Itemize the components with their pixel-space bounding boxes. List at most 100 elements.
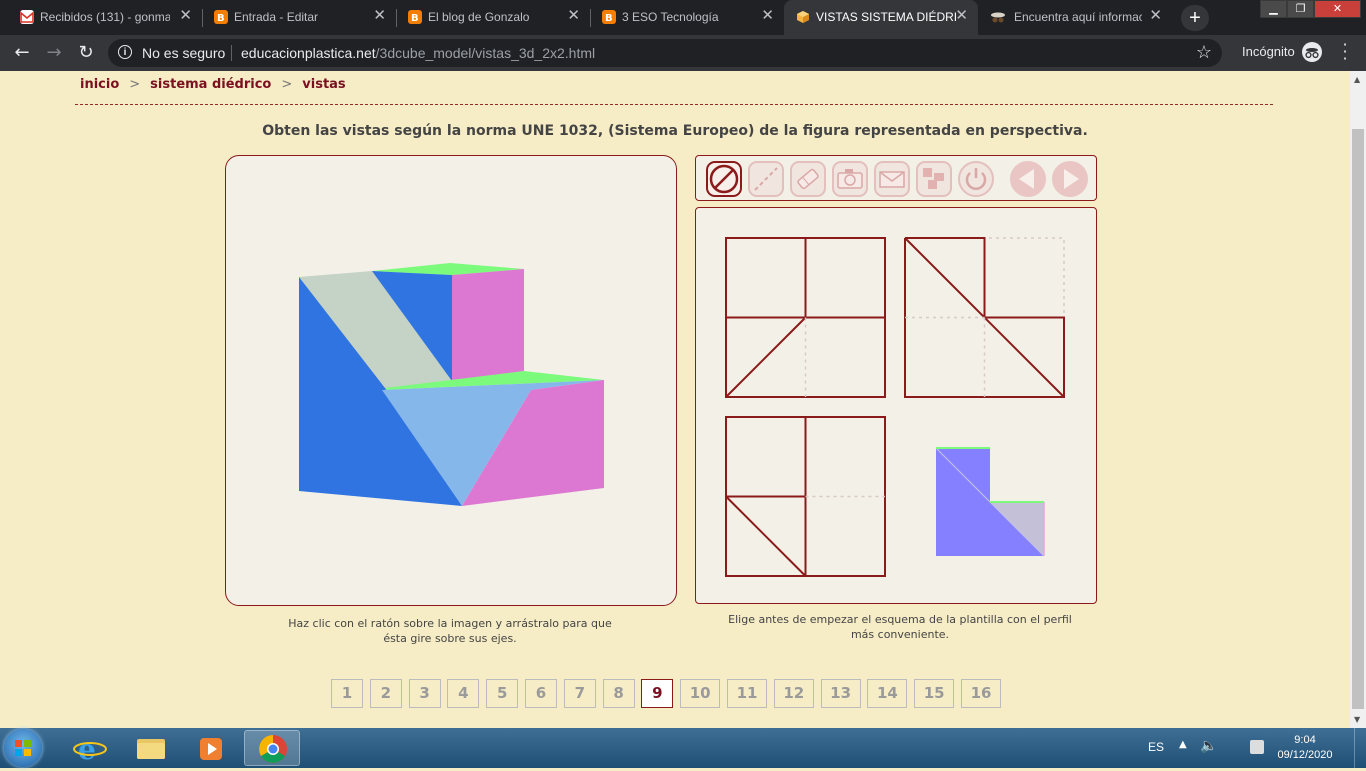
back-button[interactable]: ← bbox=[10, 42, 34, 64]
tab-blogger-edit[interactable]: B Entrada - Editar ✕ bbox=[202, 0, 397, 35]
forward-button[interactable]: → bbox=[42, 42, 66, 64]
page-scrollbar[interactable]: ▲ ▼ bbox=[1350, 71, 1366, 728]
tray-expand-icon[interactable]: ▲ bbox=[1179, 739, 1187, 750]
page-link-16[interactable]: 16 bbox=[961, 679, 1001, 708]
page-link-15[interactable]: 15 bbox=[914, 679, 955, 708]
layout-tool[interactable] bbox=[916, 161, 952, 197]
info-icon[interactable]: i bbox=[118, 45, 132, 59]
taskbar-chrome[interactable] bbox=[244, 730, 300, 766]
eraser-icon bbox=[797, 168, 819, 190]
reload-button[interactable]: ↻ bbox=[74, 42, 98, 64]
address-bar[interactable]: i No es seguro educacionplastica.net/3dc… bbox=[108, 39, 1222, 67]
breadcrumb-sistema-diedrico[interactable]: sistema diédrico bbox=[150, 77, 271, 92]
close-icon[interactable]: ✕ bbox=[1149, 8, 1162, 24]
volume-icon[interactable]: 🔈 bbox=[1200, 738, 1217, 754]
eraser-tool[interactable] bbox=[790, 161, 826, 197]
instruction-text: Obten las vistas según la norma UNE 1032… bbox=[262, 123, 1088, 139]
bookmark-star-icon[interactable]: ☆ bbox=[1196, 42, 1212, 63]
tab-title: 3 ESO Tecnología bbox=[622, 10, 719, 24]
page-link-2[interactable]: 2 bbox=[369, 679, 402, 708]
start-button[interactable] bbox=[4, 729, 42, 767]
breadcrumb-inicio[interactable]: inicio bbox=[80, 77, 119, 92]
page-link-12[interactable]: 12 bbox=[773, 679, 814, 708]
menu-dots-icon[interactable]: · · · bbox=[1340, 37, 1350, 67]
tab-vistas-active[interactable]: VISTAS SISTEMA DIÉDRI ✕ bbox=[784, 0, 978, 35]
tab-3eso[interactable]: B 3 ESO Tecnología ✕ bbox=[590, 0, 784, 35]
close-icon[interactable]: ✕ bbox=[955, 8, 968, 24]
incognito-icon[interactable] bbox=[1302, 42, 1322, 62]
page-link-6[interactable]: 6 bbox=[525, 679, 557, 708]
close-window-button[interactable]: ✕ bbox=[1314, 0, 1361, 18]
blogger-icon: B bbox=[214, 10, 228, 24]
blogger-icon: B bbox=[602, 10, 616, 24]
plan-view[interactable] bbox=[725, 416, 886, 577]
dashed-line-tool[interactable] bbox=[748, 161, 784, 197]
taskbar-clock[interactable]: 9:04 09/12/2020 bbox=[1272, 733, 1338, 763]
incognito-icon bbox=[990, 10, 1005, 24]
minimize-button[interactable]: ▁ bbox=[1260, 0, 1287, 18]
perspective-figure[interactable] bbox=[226, 156, 676, 605]
views-caption: Elige antes de empezar el esquema de la … bbox=[728, 613, 1072, 641]
new-tab-button[interactable]: + bbox=[1181, 5, 1209, 31]
page-link-8[interactable]: 8 bbox=[602, 679, 635, 708]
tab-title: Encuentra aquí informac bbox=[1014, 10, 1142, 24]
action-center-icon[interactable] bbox=[1250, 740, 1264, 754]
scrollbar-thumb[interactable] bbox=[1352, 129, 1364, 709]
layout-icon bbox=[923, 168, 944, 189]
incognito-label[interactable]: Incógnito bbox=[1242, 44, 1295, 59]
breadcrumb: inicio > sistema diédrico > vistas bbox=[80, 77, 346, 92]
cube-icon bbox=[796, 10, 810, 24]
perspective-caption: Haz clic con el ratón sobre la imagen y … bbox=[288, 617, 612, 645]
scroll-up-icon[interactable]: ▲ bbox=[1354, 75, 1360, 84]
page-link-7[interactable]: 7 bbox=[563, 679, 596, 708]
svg-text:B: B bbox=[217, 13, 225, 24]
prev-arrow-icon bbox=[1019, 169, 1034, 189]
mini-preview[interactable] bbox=[935, 447, 1045, 557]
show-desktop-button[interactable] bbox=[1354, 728, 1366, 768]
clock-date: 09/12/2020 bbox=[1277, 749, 1333, 761]
next-view-button[interactable] bbox=[1052, 161, 1088, 197]
taskbar-media-player[interactable] bbox=[184, 730, 240, 766]
security-label[interactable]: No es seguro bbox=[142, 45, 225, 61]
camera-tool[interactable] bbox=[832, 161, 868, 197]
front-view[interactable] bbox=[725, 237, 886, 398]
page-link-5[interactable]: 5 bbox=[486, 679, 519, 708]
page-link-4[interactable]: 4 bbox=[447, 679, 480, 708]
page-pagination: 1 2 3 4 5 6 7 8 9 10 11 12 13 14 15 16 bbox=[0, 679, 1350, 709]
language-indicator[interactable]: ES bbox=[1148, 740, 1164, 754]
views-drawing[interactable] bbox=[696, 208, 1096, 603]
page-link-14[interactable]: 14 bbox=[867, 679, 908, 708]
close-icon[interactable]: ✕ bbox=[761, 8, 774, 24]
drawing-toolbar bbox=[695, 155, 1097, 201]
perspective-viewer[interactable] bbox=[225, 155, 677, 606]
tab-blog-gonzalo[interactable]: B El blog de Gonzalo ✕ bbox=[396, 0, 591, 35]
side-view[interactable] bbox=[904, 237, 1065, 398]
page-content: inicio > sistema diédrico > vistas Obten las… bbox=[0, 71, 1350, 728]
svg-text:B: B bbox=[411, 13, 419, 24]
page-link-1[interactable]: 1 bbox=[331, 679, 363, 708]
taskbar-explorer[interactable] bbox=[123, 730, 179, 766]
close-icon[interactable]: ✕ bbox=[179, 8, 192, 24]
pencil-line-tool[interactable] bbox=[706, 161, 742, 197]
close-icon[interactable]: ✕ bbox=[373, 8, 386, 24]
power-tool[interactable] bbox=[958, 161, 994, 197]
scroll-down-icon[interactable]: ▼ bbox=[1354, 715, 1360, 724]
page-link-9[interactable]: 9 bbox=[641, 679, 674, 708]
maximize-button[interactable]: ❐ bbox=[1287, 0, 1314, 18]
page-link-10[interactable]: 10 bbox=[680, 679, 721, 708]
power-icon bbox=[965, 168, 987, 190]
page-link-3[interactable]: 3 bbox=[408, 679, 441, 708]
mail-tool[interactable] bbox=[874, 161, 910, 197]
tab-encuentra[interactable]: Encuentra aquí informac ✕ bbox=[978, 0, 1172, 35]
page-link-13[interactable]: 13 bbox=[820, 679, 861, 708]
breadcrumb-vistas[interactable]: vistas bbox=[302, 77, 345, 92]
url-text[interactable]: educacionplastica.net/3dcube_model/vista… bbox=[241, 45, 595, 61]
taskbar-internet-explorer[interactable]: e bbox=[62, 730, 118, 766]
prev-view-button[interactable] bbox=[1010, 161, 1046, 197]
close-icon[interactable]: ✕ bbox=[567, 8, 580, 24]
page-link-11[interactable]: 11 bbox=[727, 679, 767, 708]
tab-gmail[interactable]: Recibidos (131) - gonma ✕ bbox=[8, 0, 203, 35]
svg-text:B: B bbox=[605, 13, 613, 24]
internet-explorer-icon: e bbox=[73, 733, 107, 766]
views-template[interactable] bbox=[695, 207, 1097, 604]
